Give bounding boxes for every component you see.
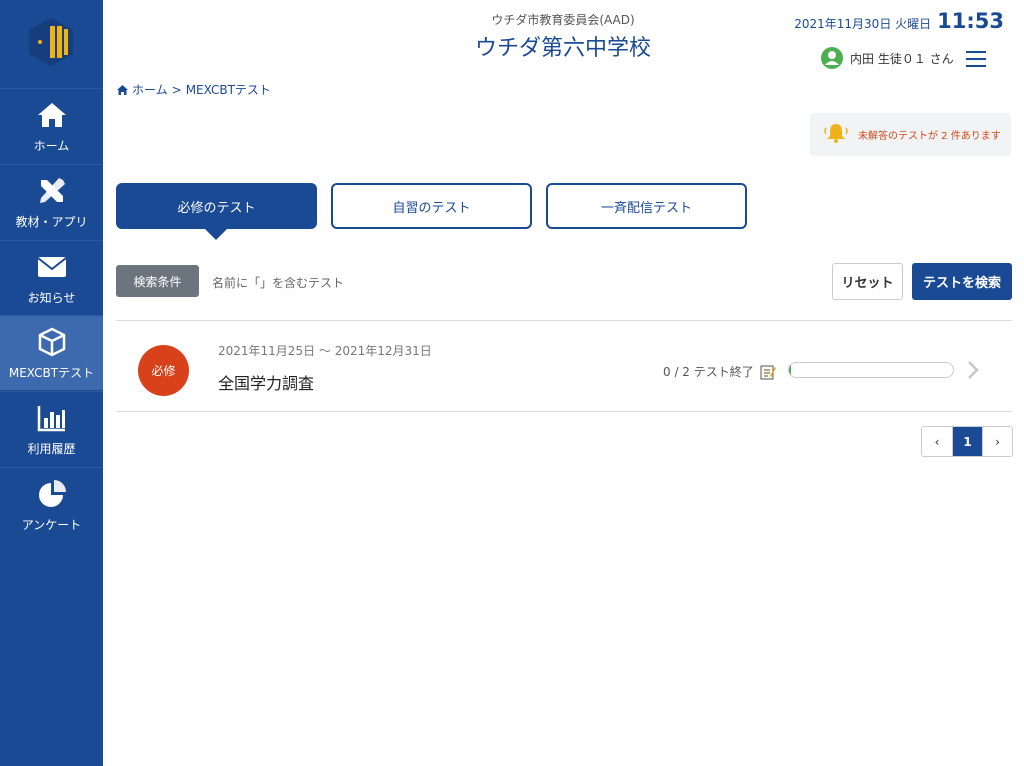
bell-icon	[824, 122, 848, 147]
prev-page-button[interactable]: ‹	[922, 427, 952, 456]
tab-self-study-tests[interactable]: 自習のテスト	[331, 183, 532, 229]
sidebar-item-survey[interactable]: アンケート	[0, 467, 103, 542]
cube-icon	[36, 326, 68, 358]
test-progress: 0 / 2 テスト終了	[663, 363, 776, 380]
required-badge: 必修	[138, 345, 189, 396]
search-condition-text: 名前に「」を含むテスト	[212, 276, 345, 290]
sidebar-item-notices[interactable]: お知らせ	[0, 240, 103, 315]
tab-broadcast-tests[interactable]: 一斉配信テスト	[546, 183, 747, 229]
tools-icon	[36, 175, 68, 207]
next-page-button[interactable]: ›	[982, 427, 1012, 456]
chevron-right-icon	[965, 359, 981, 381]
bar-chart-icon	[36, 402, 68, 434]
progress-text: 0 / 2 テスト終了	[663, 365, 754, 379]
home-icon	[36, 99, 68, 131]
mail-icon	[36, 251, 68, 283]
sidebar-item-home[interactable]: ホーム	[0, 88, 103, 163]
sidebar-item-label: MEXCBTテスト	[8, 365, 95, 380]
active-tab-indicator	[205, 229, 227, 240]
sidebar-item-label: 教材・アプリ	[15, 214, 88, 229]
pie-chart-icon	[36, 478, 68, 510]
app-logo	[28, 17, 74, 67]
current-date: 2021年11月30日 火曜日	[794, 17, 932, 31]
sidebar-item-label: 利用履歴	[27, 441, 76, 456]
sidebar-item-mexcbt[interactable]: MEXCBTテスト	[0, 315, 103, 390]
unanswered-notice: 未解答のテストが 2 件あります	[810, 113, 1011, 156]
test-title: 全国学力調査	[218, 374, 315, 393]
reset-button[interactable]: リセット	[832, 263, 903, 300]
organization-name: ウチダ市教育委員会(AAD)	[491, 13, 635, 27]
sidebar: ホーム 教材・アプリ お知らせ MEXCBTテスト 利用履歴 アンケート	[0, 0, 103, 766]
sidebar-item-history[interactable]: 利用履歴	[0, 391, 103, 466]
breadcrumb-current: MEXCBTテスト	[185, 83, 271, 97]
search-condition-label: 検索条件	[116, 265, 199, 297]
user-info: 内田 生徒０１ さん	[821, 47, 954, 69]
breadcrumb-separator: >	[171, 82, 182, 97]
pagination: ‹ 1 ›	[921, 426, 1013, 457]
progress-bar	[788, 362, 954, 378]
sidebar-item-label: アンケート	[21, 517, 82, 532]
search-tests-button[interactable]: テストを検索	[912, 263, 1012, 300]
breadcrumb-home-link[interactable]: ホーム	[132, 81, 168, 98]
school-name: ウチダ第六中学校	[474, 36, 651, 61]
list-divider	[116, 411, 1012, 412]
memo-icon	[760, 365, 776, 379]
sidebar-item-label: お知らせ	[27, 290, 76, 305]
home-icon	[117, 84, 128, 95]
sidebar-item-label: ホーム	[33, 138, 70, 153]
user-name: 内田 生徒０１ さん	[850, 51, 954, 66]
progress-fill	[789, 363, 791, 377]
test-row[interactable]: 必修 2021年11月25日 ～ 2021年12月31日 全国学力調査 0 / …	[116, 321, 1012, 411]
notice-text: 未解答のテストが 2 件あります	[858, 131, 1001, 142]
breadcrumb: ホーム > MEXCBTテスト	[117, 81, 271, 98]
datetime: 2021年11月30日 火曜日 11:53	[794, 9, 1004, 33]
tab-required-tests[interactable]: 必修のテスト	[116, 183, 317, 229]
hamburger-menu-icon[interactable]	[966, 51, 986, 67]
current-time: 11:53	[937, 9, 1004, 33]
page-1-button[interactable]: 1	[952, 427, 982, 456]
avatar	[821, 47, 843, 69]
sidebar-item-apps[interactable]: 教材・アプリ	[0, 164, 103, 239]
test-period: 2021年11月25日 ～ 2021年12月31日	[218, 344, 432, 358]
